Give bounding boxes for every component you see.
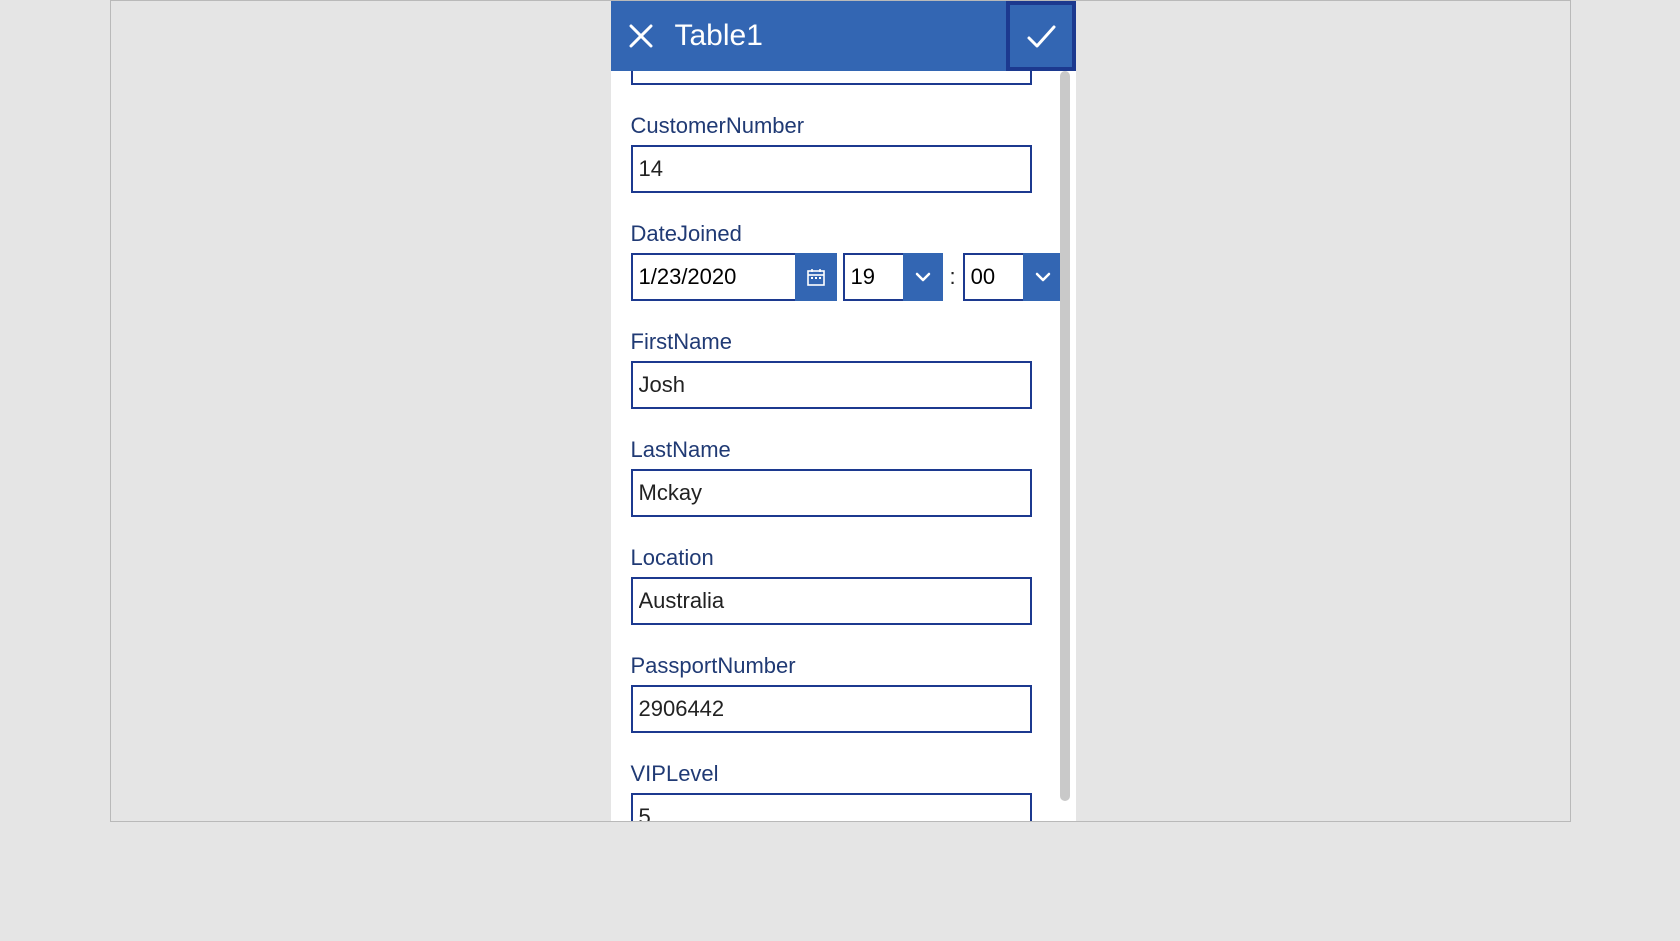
date-picker-button[interactable] xyxy=(795,253,837,301)
check-icon xyxy=(1024,19,1058,53)
close-icon xyxy=(627,22,655,50)
date-joined-label: DateJoined xyxy=(631,221,1032,247)
scrollbar-thumb[interactable] xyxy=(1060,71,1070,801)
customer-number-label: CustomerNumber xyxy=(631,113,1032,139)
app-title: Table1 xyxy=(675,19,763,53)
header-left: Table1 xyxy=(611,6,763,66)
field-location: Location xyxy=(631,517,1032,625)
field-last-name: LastName xyxy=(631,409,1032,517)
field-previous xyxy=(631,71,1032,85)
form-area: CustomerNumber DateJoined xyxy=(611,71,1076,821)
field-passport-number: PassportNumber xyxy=(631,625,1032,733)
first-name-label: FirstName xyxy=(631,329,1032,355)
chevron-down-icon xyxy=(913,267,933,287)
field-date-joined: DateJoined xyxy=(631,193,1032,301)
chevron-down-icon xyxy=(1033,267,1053,287)
date-time-row: : xyxy=(631,253,1032,301)
previous-input[interactable] xyxy=(631,71,1032,85)
field-customer-number: CustomerNumber xyxy=(631,85,1032,193)
minute-group xyxy=(963,253,1063,301)
location-label: Location xyxy=(631,545,1032,571)
time-separator: : xyxy=(950,264,956,290)
location-input[interactable] xyxy=(631,577,1032,625)
field-vip-level: VIPLevel xyxy=(631,733,1032,821)
calendar-icon xyxy=(806,267,826,287)
submit-button[interactable] xyxy=(1006,1,1076,71)
date-group xyxy=(631,253,837,301)
minute-input[interactable] xyxy=(963,253,1023,301)
form-scroll: CustomerNumber DateJoined xyxy=(611,71,1052,821)
customer-number-input[interactable] xyxy=(631,145,1032,193)
first-name-input[interactable] xyxy=(631,361,1032,409)
vip-level-label: VIPLevel xyxy=(631,761,1032,787)
passport-number-input[interactable] xyxy=(631,685,1032,733)
field-first-name: FirstName xyxy=(631,301,1032,409)
last-name-input[interactable] xyxy=(631,469,1032,517)
passport-number-label: PassportNumber xyxy=(631,653,1032,679)
hour-group xyxy=(843,253,943,301)
scrollbar-track[interactable] xyxy=(1060,71,1070,821)
last-name-label: LastName xyxy=(631,437,1032,463)
app-stage: Table1 CustomerNumber DateJoined xyxy=(110,0,1571,822)
app-header: Table1 xyxy=(611,1,1076,71)
minute-dropdown-button[interactable] xyxy=(1023,253,1063,301)
form-screen: Table1 CustomerNumber DateJoined xyxy=(611,1,1076,821)
date-input[interactable] xyxy=(631,253,795,301)
vip-level-input[interactable] xyxy=(631,793,1032,821)
hour-dropdown-button[interactable] xyxy=(903,253,943,301)
hour-input[interactable] xyxy=(843,253,903,301)
close-button[interactable] xyxy=(611,6,671,66)
